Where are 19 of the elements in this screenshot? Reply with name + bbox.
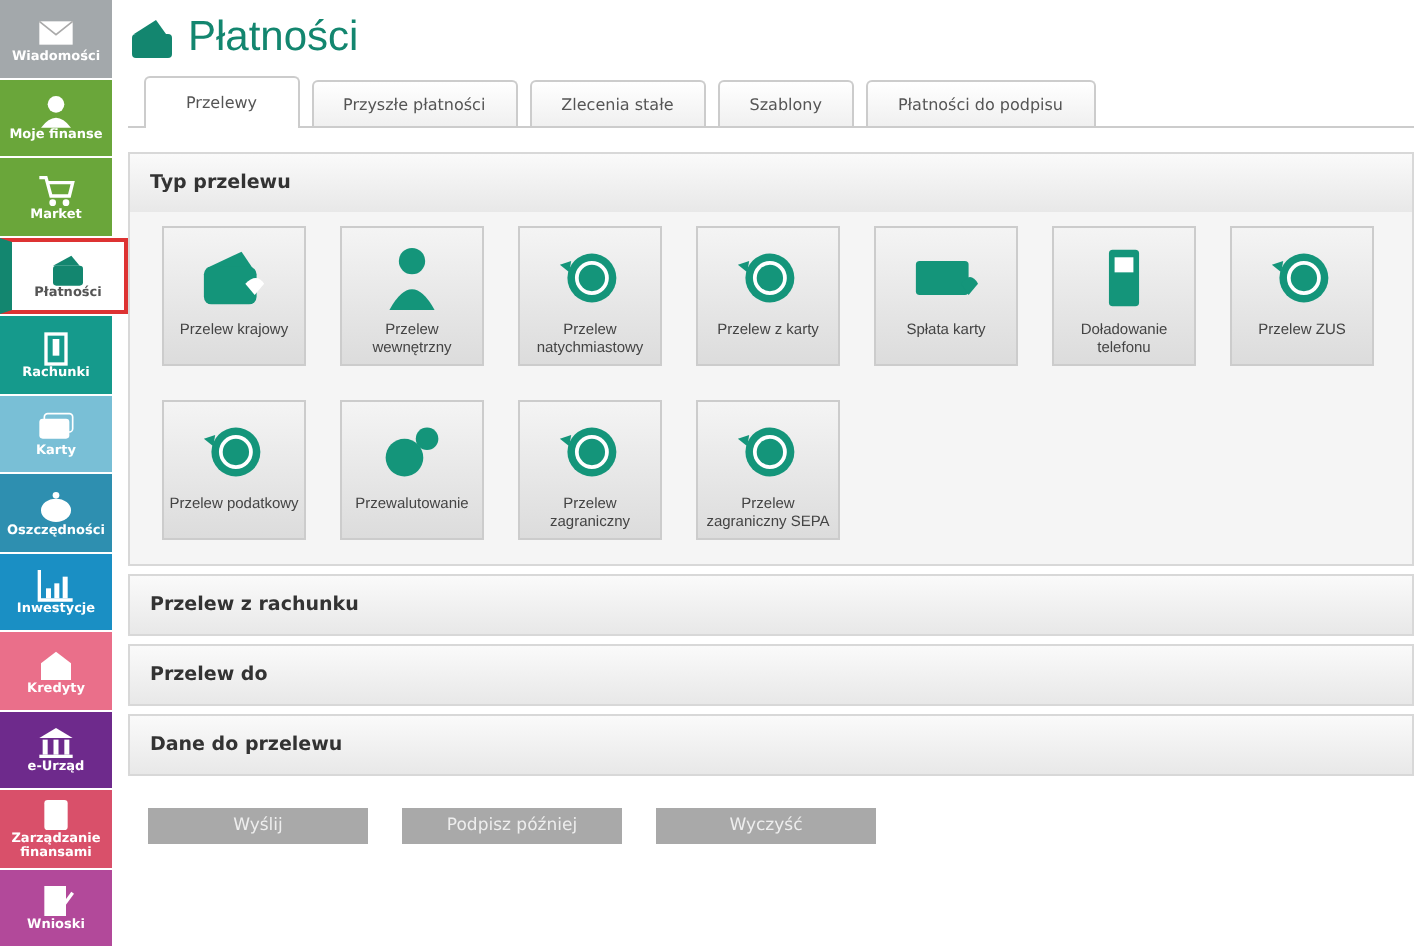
- wallet-icon: [48, 252, 88, 286]
- tab[interactable]: Płatności do podpisu: [865, 80, 1095, 126]
- tab[interactable]: Przyszłe płatności: [311, 80, 518, 126]
- envelope-icon: [36, 15, 76, 49]
- tab[interactable]: Szablony: [717, 80, 854, 126]
- wallet-icon: [128, 16, 176, 60]
- cart-icon: [36, 173, 76, 207]
- bank-building-icon: [36, 726, 76, 760]
- house-icon: [36, 647, 76, 681]
- section-header[interactable]: Typ przelewu: [130, 154, 1412, 212]
- page-title: Płatności: [188, 14, 359, 62]
- tab[interactable]: Zlecenia stałe: [529, 80, 706, 126]
- person-icon: [36, 94, 76, 128]
- card-icon: [36, 410, 76, 444]
- section-header[interactable]: Dane do przelewu: [130, 716, 1412, 774]
- section-header[interactable]: Przelew z rachunku: [130, 576, 1412, 634]
- tab[interactable]: Przelewy: [144, 76, 300, 128]
- bar-chart-icon: [36, 568, 76, 602]
- section-header[interactable]: Przelew do: [130, 646, 1412, 704]
